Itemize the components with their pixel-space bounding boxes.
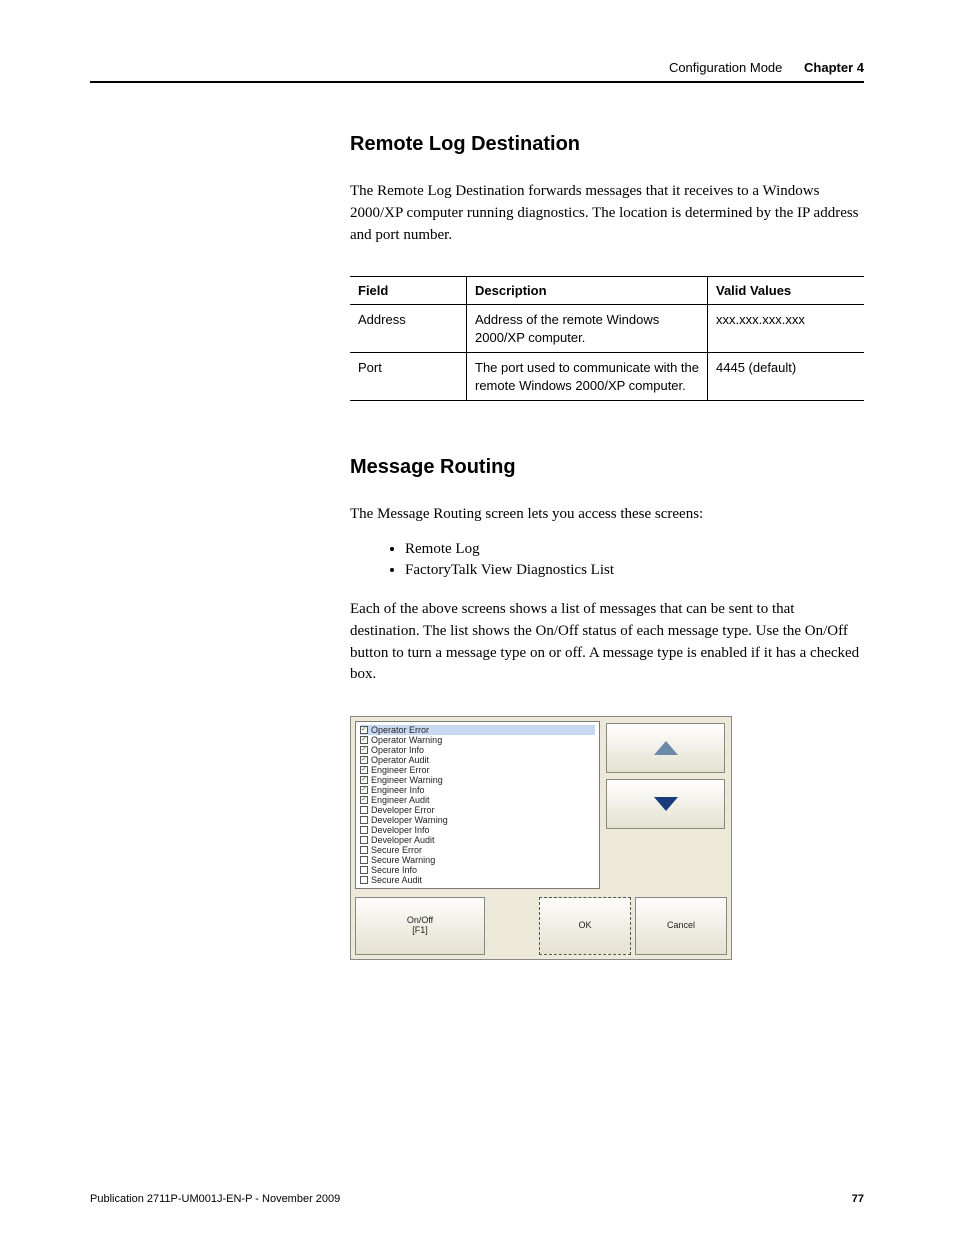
checkbox-icon[interactable]: ✓ bbox=[360, 796, 368, 804]
scroll-down-button[interactable] bbox=[606, 779, 725, 829]
page-footer: Publication 2711P-UM001J-EN-P - November… bbox=[90, 1193, 864, 1205]
triangle-up-icon bbox=[654, 741, 678, 755]
checkbox-icon[interactable] bbox=[360, 866, 368, 874]
checkbox-icon[interactable] bbox=[360, 826, 368, 834]
list-item-label: Operator Info bbox=[371, 745, 424, 755]
cell-field: Port bbox=[350, 353, 467, 401]
section-title-remote-log: Remote Log Destination bbox=[350, 133, 864, 156]
checkbox-icon[interactable]: ✓ bbox=[360, 756, 368, 764]
checkbox-icon[interactable]: ✓ bbox=[360, 766, 368, 774]
list-item[interactable]: Developer Warning bbox=[360, 815, 595, 825]
list-item[interactable]: ✓Engineer Info bbox=[360, 785, 595, 795]
list-item[interactable]: ✓Engineer Audit bbox=[360, 795, 595, 805]
list-item[interactable]: Secure Error bbox=[360, 845, 595, 855]
list-item[interactable]: Secure Info bbox=[360, 865, 595, 875]
list-item-label: Secure Warning bbox=[371, 855, 435, 865]
list-item-label: Developer Error bbox=[371, 805, 435, 815]
list-item-label: Developer Warning bbox=[371, 815, 448, 825]
list-item[interactable]: ✓Engineer Warning bbox=[360, 775, 595, 785]
publication-label: Publication 2711P-UM001J-EN-P - November… bbox=[90, 1193, 340, 1205]
checkbox-icon[interactable] bbox=[360, 856, 368, 864]
section-body-remote-log: The Remote Log Destination forwards mess… bbox=[350, 181, 864, 246]
list-item[interactable]: Developer Info bbox=[360, 825, 595, 835]
message-type-listbox[interactable]: ✓Operator Error✓Operator Warning✓Operato… bbox=[355, 721, 600, 889]
list-item[interactable]: ✓Engineer Error bbox=[360, 765, 595, 775]
cell-values: xxx.xxx.xxx.xxx bbox=[708, 305, 865, 353]
list-item[interactable]: Secure Warning bbox=[360, 855, 595, 865]
triangle-down-icon bbox=[654, 797, 678, 811]
list-item-label: Engineer Audit bbox=[371, 795, 430, 805]
breadcrumb: Configuration Mode bbox=[669, 60, 782, 75]
checkbox-icon[interactable] bbox=[360, 836, 368, 844]
cancel-label: Cancel bbox=[667, 921, 695, 931]
chapter-label: Chapter 4 bbox=[804, 60, 864, 75]
checkbox-icon[interactable] bbox=[360, 806, 368, 814]
checkbox-icon[interactable] bbox=[360, 876, 368, 884]
list-item-label: Developer Audit bbox=[371, 835, 435, 845]
list-item-label: Operator Warning bbox=[371, 735, 442, 745]
section-title-message-routing: Message Routing bbox=[350, 456, 864, 479]
message-routing-dialog: ✓Operator Error✓Operator Warning✓Operato… bbox=[350, 716, 732, 960]
cell-field: Address bbox=[350, 305, 467, 353]
list-item-label: Engineer Error bbox=[371, 765, 430, 775]
scroll-up-button[interactable] bbox=[606, 723, 725, 773]
list-item-label: Secure Error bbox=[371, 845, 422, 855]
bullet-list: Remote Log FactoryTalk View Diagnostics … bbox=[350, 541, 864, 579]
section-intro-message-routing: The Message Routing screen lets you acce… bbox=[350, 504, 864, 526]
checkbox-icon[interactable]: ✓ bbox=[360, 776, 368, 784]
page-number: 77 bbox=[852, 1193, 864, 1205]
list-item-label: Engineer Warning bbox=[371, 775, 443, 785]
list-item[interactable]: Developer Audit bbox=[360, 835, 595, 845]
bullet-item: Remote Log bbox=[405, 541, 864, 558]
cell-description: The port used to communicate with the re… bbox=[467, 353, 708, 401]
checkbox-icon[interactable]: ✓ bbox=[360, 746, 368, 754]
bullet-item: FactoryTalk View Diagnostics List bbox=[405, 562, 864, 579]
list-item-label: Secure Audit bbox=[371, 875, 422, 885]
list-item[interactable]: ✓Operator Error bbox=[360, 725, 595, 735]
list-item-label: Operator Audit bbox=[371, 755, 429, 765]
page-header: Configuration Mode Chapter 4 bbox=[90, 60, 864, 83]
th-field: Field bbox=[350, 277, 467, 305]
table-row: Address Address of the remote Windows 20… bbox=[350, 305, 864, 353]
cell-values: 4445 (default) bbox=[708, 353, 865, 401]
cancel-button[interactable]: Cancel bbox=[635, 897, 727, 955]
checkbox-icon[interactable] bbox=[360, 816, 368, 824]
onoff-label: On/Off [F1] bbox=[407, 916, 433, 936]
ok-label: OK bbox=[578, 921, 591, 931]
checkbox-icon[interactable]: ✓ bbox=[360, 736, 368, 744]
list-item[interactable]: Developer Error bbox=[360, 805, 595, 815]
cell-description: Address of the remote Windows 2000/XP co… bbox=[467, 305, 708, 353]
list-item[interactable]: ✓Operator Info bbox=[360, 745, 595, 755]
table-row: Port The port used to communicate with t… bbox=[350, 353, 864, 401]
th-values: Valid Values bbox=[708, 277, 865, 305]
list-item[interactable]: ✓Operator Audit bbox=[360, 755, 595, 765]
checkbox-icon[interactable]: ✓ bbox=[360, 786, 368, 794]
list-item-label: Operator Error bbox=[371, 725, 429, 735]
ok-button[interactable]: OK bbox=[539, 897, 631, 955]
th-description: Description bbox=[467, 277, 708, 305]
section-body-message-routing: Each of the above screens shows a list o… bbox=[350, 599, 864, 686]
checkbox-icon[interactable]: ✓ bbox=[360, 726, 368, 734]
onoff-button[interactable]: On/Off [F1] bbox=[355, 897, 485, 955]
list-item-label: Developer Info bbox=[371, 825, 430, 835]
list-item-label: Secure Info bbox=[371, 865, 417, 875]
field-table: Field Description Valid Values Address A… bbox=[350, 276, 864, 401]
list-item[interactable]: Secure Audit bbox=[360, 875, 595, 885]
list-item-label: Engineer Info bbox=[371, 785, 425, 795]
checkbox-icon[interactable] bbox=[360, 846, 368, 854]
list-item[interactable]: ✓Operator Warning bbox=[360, 735, 595, 745]
spacer bbox=[489, 897, 535, 955]
